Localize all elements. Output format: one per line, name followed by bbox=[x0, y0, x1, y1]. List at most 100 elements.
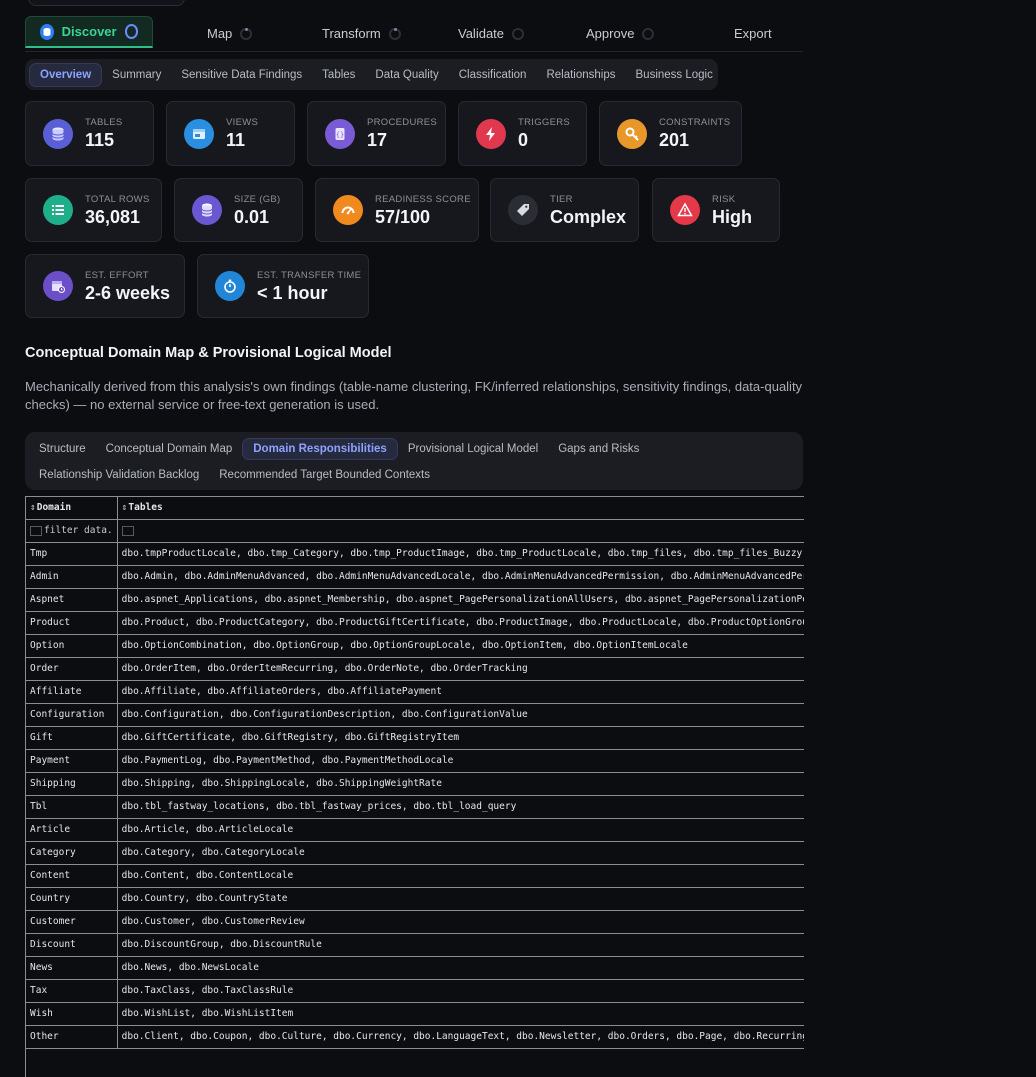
filter-icon bbox=[121, 525, 134, 536]
cell-tables: dbo.Client, dbo.Coupon, dbo.Culture, dbo… bbox=[117, 1025, 804, 1049]
filter-cell-tables[interactable] bbox=[117, 519, 804, 543]
column-header-domain[interactable]: ⇕Domain bbox=[26, 497, 118, 520]
metric-value: 11 bbox=[226, 130, 246, 150]
metric-label: Total Rows bbox=[85, 194, 150, 205]
step-approve[interactable]: Approve bbox=[586, 16, 655, 51]
list-icon bbox=[43, 195, 73, 225]
step-label: Approve bbox=[586, 26, 635, 41]
table-row: Gift dbo.GiftCertificate, dbo.GiftRegistr… bbox=[26, 726, 804, 750]
metric-card-size: Size (GB) 0.01 bbox=[174, 178, 303, 242]
metric-value: 57/100 bbox=[375, 207, 431, 227]
gauge-icon bbox=[333, 195, 363, 225]
cell-tables: dbo.Shipping, dbo.ShippingLocale, dbo.Sh… bbox=[117, 772, 804, 796]
cell-domain: Customer bbox=[26, 910, 118, 934]
table-row: Category dbo.Category, dbo.CategoryLocale bbox=[26, 841, 804, 865]
pending-ring-icon bbox=[642, 27, 655, 40]
tab-provisional-logical-model[interactable]: Provisional Logical Model bbox=[398, 439, 548, 459]
metric-value: Complex bbox=[550, 207, 627, 227]
cell-domain: Category bbox=[26, 841, 118, 865]
table-row: Configuration dbo.Configuration, dbo.Conf… bbox=[26, 703, 804, 727]
cell-domain: Tax bbox=[26, 979, 118, 1003]
cell-tables: dbo.Content, dbo.ContentLocale bbox=[117, 864, 804, 888]
table-row: Product dbo.Product, dbo.ProductCategory,… bbox=[26, 611, 804, 635]
table-row: Customer dbo.Customer, dbo.CustomerReview bbox=[26, 910, 804, 934]
metric-value: 0 bbox=[518, 130, 529, 150]
metric-card-total-rows: Total Rows 36,081 bbox=[25, 178, 162, 242]
script-icon: {} bbox=[325, 118, 355, 149]
filter-cell-domain[interactable]: filter data. bbox=[26, 519, 118, 543]
step-discover[interactable]: Discover bbox=[25, 16, 153, 48]
sort-icon: ⇕ bbox=[121, 502, 128, 514]
step-validate[interactable]: Validate bbox=[458, 16, 525, 51]
metric-label: Tier bbox=[550, 194, 573, 205]
step-map[interactable]: Map bbox=[207, 16, 253, 51]
cell-domain: Product bbox=[26, 611, 118, 635]
cell-domain: Discount bbox=[26, 933, 118, 957]
cell-tables: dbo.OrderItem, dbo.OrderItemRecurring, d… bbox=[117, 657, 804, 681]
cell-tables: dbo.aspnet_Applications, dbo.aspnet_Memb… bbox=[117, 588, 804, 612]
metric-card-tables: Tables 115 bbox=[25, 101, 154, 166]
cell-tables: dbo.tmpProductLocale, dbo.tmp_Category, … bbox=[117, 542, 804, 566]
column-header-tables[interactable]: ⇕Tables bbox=[117, 497, 804, 520]
cell-tables: dbo.tbl_fastway_locations, dbo.tbl_fastw… bbox=[117, 795, 804, 819]
cell-domain: Content bbox=[26, 864, 118, 888]
database-icon bbox=[40, 23, 54, 40]
metric-label: Size (GB) bbox=[234, 194, 281, 205]
tab-conceptual-domain-map[interactable]: Conceptual Domain Map bbox=[96, 439, 243, 459]
metric-card-risk: Risk High bbox=[652, 178, 780, 242]
cell-tables: dbo.News, dbo.NewsLocale bbox=[117, 956, 804, 980]
cell-tables: dbo.Configuration, dbo.ConfigurationDesc… bbox=[117, 703, 804, 727]
table-row: Affiliate dbo.Affiliate, dbo.AffiliateOrd… bbox=[26, 680, 804, 704]
step-export[interactable]: Export bbox=[734, 16, 772, 51]
tab-gaps-and-risks[interactable]: Gaps and Risks bbox=[548, 439, 649, 459]
table-row: Option dbo.OptionCombination, dbo.OptionG… bbox=[26, 634, 804, 658]
subnav-classification[interactable]: Classification bbox=[449, 64, 537, 86]
metric-card-constraints: Constraints 201 bbox=[599, 101, 742, 166]
step-transform[interactable]: Transform bbox=[322, 16, 401, 51]
tab-structure[interactable]: Structure bbox=[29, 439, 96, 459]
calendar-clock-icon bbox=[43, 271, 73, 301]
metric-value: 17 bbox=[367, 130, 388, 150]
tab-recommended-target-bounded-contexts[interactable]: Recommended Target Bounded Contexts bbox=[209, 465, 440, 485]
subnav-data-quality[interactable]: Data Quality bbox=[365, 64, 448, 86]
cell-domain: Tmp bbox=[26, 542, 118, 566]
cell-tables: dbo.OptionCombination, dbo.OptionGroup, … bbox=[117, 634, 804, 658]
lightning-icon bbox=[476, 118, 506, 149]
domain-model-tabs: Structure Conceptual Domain Map Domain R… bbox=[25, 432, 803, 490]
table-row: Tmp dbo.tmpProductLocale, dbo.tmp_Categor… bbox=[26, 542, 804, 566]
metric-label: Constraints bbox=[659, 117, 731, 128]
pending-ring-icon bbox=[388, 27, 401, 40]
subnav-sensitive-data-findings[interactable]: Sensitive Data Findings bbox=[171, 64, 312, 86]
metric-label: Triggers bbox=[518, 117, 571, 128]
subnav-tables[interactable]: Tables bbox=[312, 64, 365, 86]
tab-domain-responsibilities[interactable]: Domain Responsibilities bbox=[242, 438, 398, 460]
cell-tables: dbo.Customer, dbo.CustomerReview bbox=[117, 910, 804, 934]
metric-card-tier: Tier Complex bbox=[490, 178, 639, 242]
cell-domain: Article bbox=[26, 818, 118, 842]
pending-ring-icon bbox=[512, 27, 525, 40]
table-row: News dbo.News, dbo.NewsLocale bbox=[26, 956, 804, 980]
cell-domain: Order bbox=[26, 657, 118, 681]
cell-tables: dbo.Product, dbo.ProductCategory, dbo.Pr… bbox=[117, 611, 804, 635]
metric-card-views: Views 11 bbox=[166, 101, 295, 166]
tab-relationship-validation-backlog[interactable]: Relationship Validation Backlog bbox=[29, 465, 209, 485]
subnav-business-logic[interactable]: Business Logic bbox=[626, 64, 723, 86]
cell-domain: Payment bbox=[26, 749, 118, 773]
subnav-relationships[interactable]: Relationships bbox=[536, 64, 625, 86]
subnav-summary[interactable]: Summary bbox=[102, 64, 171, 86]
discover-subnav: Overview Summary Sensitive Data Findings… bbox=[25, 59, 718, 90]
subnav-overview[interactable]: Overview bbox=[29, 62, 103, 87]
filter-placeholder: filter data. bbox=[44, 525, 113, 536]
table-row: Content dbo.Content, dbo.ContentLocale bbox=[26, 864, 804, 888]
metric-value: 201 bbox=[659, 130, 690, 150]
table-row: Other dbo.Client, dbo.Coupon, dbo.Culture… bbox=[26, 1025, 804, 1049]
database-icon bbox=[43, 118, 73, 149]
table-row: Tax dbo.TaxClass, dbo.TaxClassRule bbox=[26, 979, 804, 1003]
table-row: Aspnet dbo.aspnet_Applications, dbo.aspne… bbox=[26, 588, 804, 612]
table-row: Payment dbo.PaymentLog, dbo.PaymentMethod… bbox=[26, 749, 804, 773]
pending-ring-icon bbox=[240, 27, 253, 40]
step-label: Export bbox=[734, 26, 772, 41]
cell-tables: dbo.WishList, dbo.WishListItem bbox=[117, 1002, 804, 1026]
metric-card-est-transfer-time: Est. Transfer Time < 1 hour bbox=[197, 254, 369, 318]
step-label: Validate bbox=[458, 26, 505, 41]
